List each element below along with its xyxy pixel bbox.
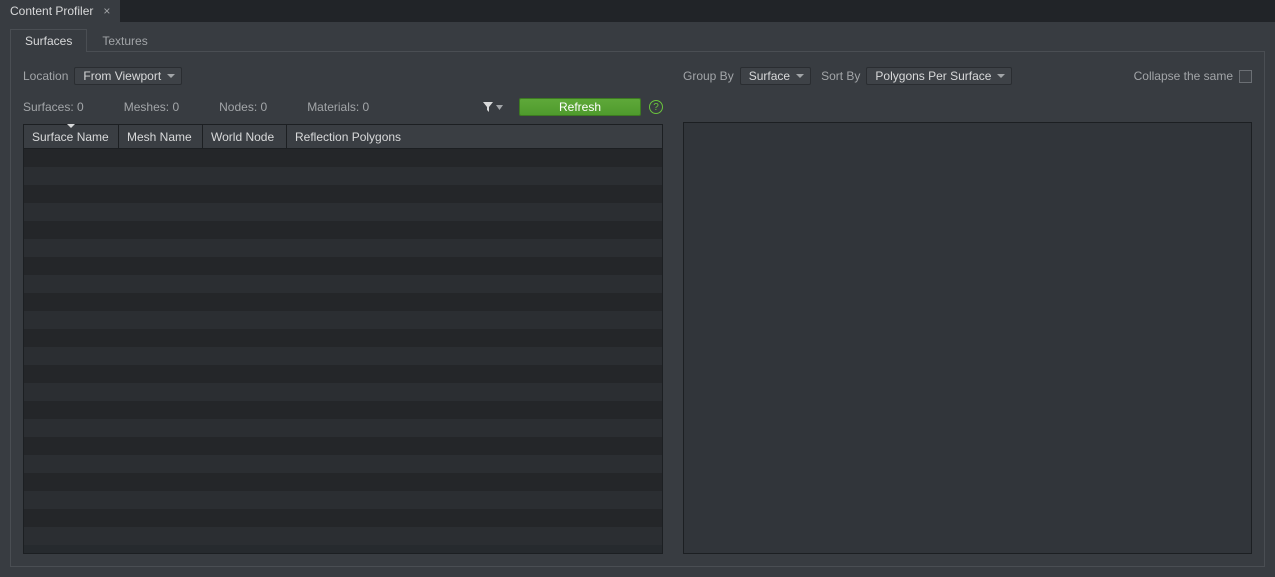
table-row[interactable] (24, 401, 662, 419)
location-label: Location (23, 69, 68, 83)
window-tab-label: Content Profiler (10, 4, 93, 18)
tab-surfaces[interactable]: Surfaces (10, 29, 87, 52)
window-tab-content-profiler[interactable]: Content Profiler × (0, 0, 120, 22)
right-pane: Group By Surface Sort By Polygons Per Su… (683, 64, 1252, 554)
col-mesh-name[interactable]: Mesh Name (119, 125, 203, 148)
col-surface-name[interactable]: Surface Name (24, 125, 119, 148)
stat-nodes: Nodes: 0 (219, 100, 267, 114)
table-row[interactable] (24, 473, 662, 491)
stat-materials: Materials: 0 (307, 100, 369, 114)
table-body[interactable] (24, 149, 662, 553)
chevron-down-icon (167, 74, 175, 78)
table-row[interactable] (24, 293, 662, 311)
window-tab-bar: Content Profiler × (0, 0, 1275, 22)
table-row[interactable] (24, 311, 662, 329)
col-reflection-polygons[interactable]: Reflection Polygons (287, 125, 662, 148)
table-row[interactable] (24, 437, 662, 455)
table-row[interactable] (24, 509, 662, 527)
location-value: From Viewport (83, 69, 161, 83)
sort-by-dropdown[interactable]: Polygons Per Surface (866, 67, 1012, 85)
table-row[interactable] (24, 167, 662, 185)
left-pane: Location From Viewport Surfaces: 0 Meshe… (23, 64, 663, 554)
tab-textures[interactable]: Textures (87, 29, 162, 52)
sort-indicator-icon (67, 124, 75, 128)
table-row[interactable] (24, 329, 662, 347)
chevron-down-icon (997, 74, 1005, 78)
collapse-label: Collapse the same (1134, 69, 1233, 83)
close-icon[interactable]: × (101, 5, 112, 17)
table-row[interactable] (24, 419, 662, 437)
table-row[interactable] (24, 257, 662, 275)
table-row[interactable] (24, 491, 662, 509)
table-row[interactable] (24, 203, 662, 221)
sort-by-label: Sort By (821, 69, 860, 83)
filter-button[interactable] (476, 101, 509, 113)
table-row[interactable] (24, 149, 662, 167)
table-row[interactable] (24, 455, 662, 473)
group-by-dropdown[interactable]: Surface (740, 67, 811, 85)
table-row[interactable] (24, 221, 662, 239)
table-row[interactable] (24, 527, 662, 545)
table-row[interactable] (24, 347, 662, 365)
table-row[interactable] (24, 275, 662, 293)
tab-label: Surfaces (25, 34, 72, 48)
table-row[interactable] (24, 185, 662, 203)
help-icon[interactable]: ? (649, 100, 663, 114)
filter-icon (482, 101, 494, 113)
table-header-row: Surface Name Mesh Name World Node Reflec… (24, 125, 662, 149)
collapse-checkbox[interactable] (1239, 70, 1252, 83)
table-row[interactable] (24, 383, 662, 401)
chevron-down-icon (796, 74, 804, 78)
table-row[interactable] (24, 239, 662, 257)
surfaces-table: Surface Name Mesh Name World Node Reflec… (23, 124, 663, 554)
table-row[interactable] (24, 365, 662, 383)
stat-surfaces: Surfaces: 0 (23, 100, 84, 114)
group-by-label: Group By (683, 69, 734, 83)
tab-label: Textures (102, 34, 147, 48)
tab-bar: Surfaces Textures (0, 22, 1275, 51)
col-world-node[interactable]: World Node (203, 125, 287, 148)
refresh-button[interactable]: Refresh (519, 98, 641, 116)
detail-panel (683, 122, 1252, 554)
chevron-down-icon (496, 105, 503, 110)
stat-meshes: Meshes: 0 (124, 100, 179, 114)
location-dropdown[interactable]: From Viewport (74, 67, 182, 85)
